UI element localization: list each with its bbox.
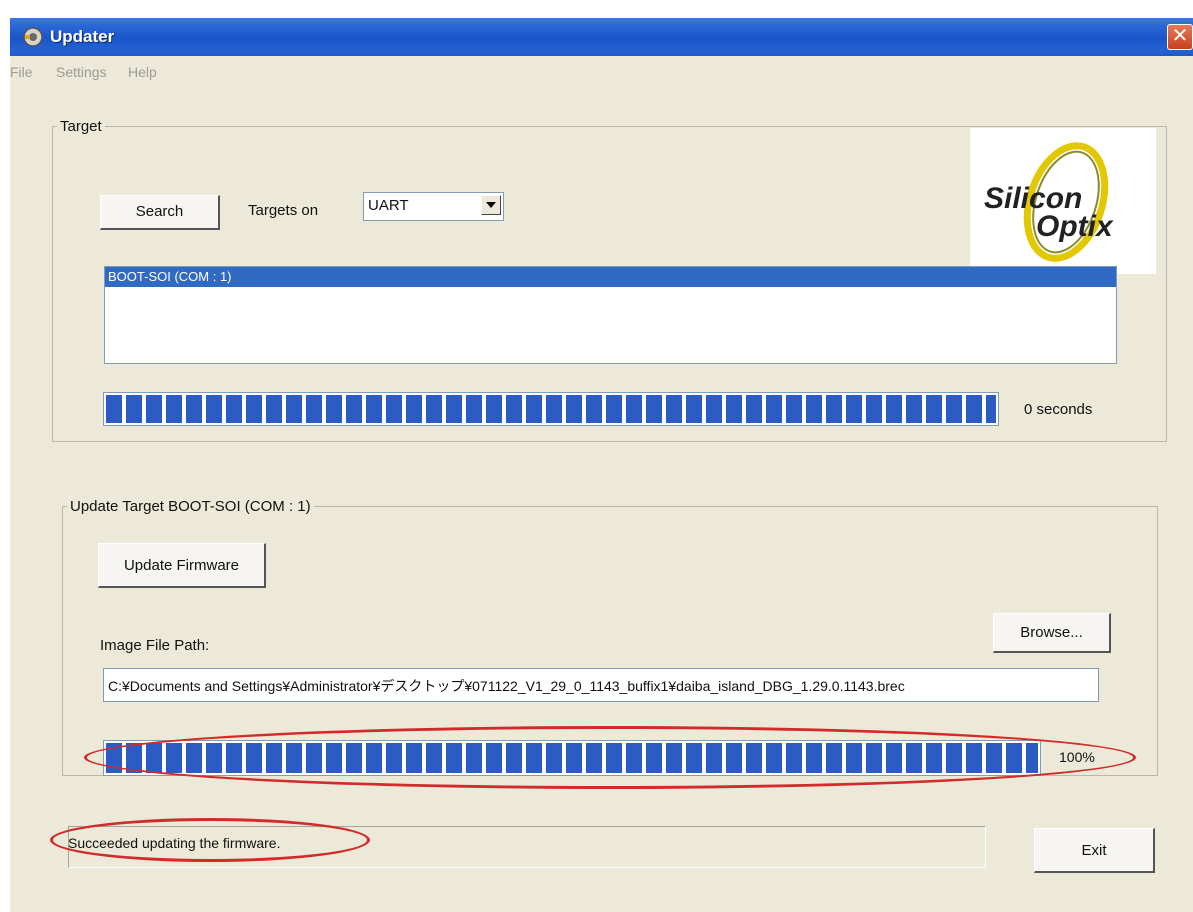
highlight-status-ellipse — [50, 818, 370, 862]
window-title: Updater — [50, 27, 115, 46]
update-firmware-button[interactable]: Update Firmware — [98, 543, 266, 588]
title-bar[interactable]: Updater ✕ — [10, 18, 1193, 56]
updater-window: Updater ✕ File Settings Help Target Sear… — [10, 18, 1193, 912]
updater-app-icon — [23, 27, 43, 47]
silicon-optix-logo: Silicon Optix — [970, 128, 1156, 274]
highlight-progress-ellipse — [84, 726, 1136, 789]
chevron-down-icon[interactable] — [481, 195, 501, 215]
menu-file[interactable]: File — [10, 64, 33, 80]
targets-on-label: Targets on — [248, 202, 319, 219]
menu-settings[interactable]: Settings — [56, 64, 107, 80]
browse-button[interactable]: Browse... — [993, 613, 1111, 653]
menu-help[interactable]: Help — [128, 64, 157, 80]
search-button[interactable]: Search — [100, 195, 220, 230]
target-group-legend: Target — [60, 118, 102, 135]
image-file-path-label: Image File Path: — [100, 637, 210, 654]
logo-graphic: Silicon Optix — [984, 142, 1114, 262]
targets-on-value: UART — [368, 197, 409, 214]
svg-text:Optix: Optix — [1036, 210, 1114, 243]
targets-list[interactable]: BOOT-SOI (COM : 1) — [104, 266, 1117, 364]
close-button[interactable]: ✕ — [1167, 24, 1193, 50]
exit-button[interactable]: Exit — [1034, 828, 1155, 873]
image-file-path-input[interactable]: C:¥Documents and Settings¥Administrator¥… — [103, 668, 1099, 702]
update-group-legend: Update Target BOOT-SOI (COM : 1) — [70, 498, 311, 515]
seconds-label: 0 seconds — [1024, 401, 1093, 418]
search-progress-bar — [103, 392, 999, 426]
search-progress-fill — [106, 395, 996, 423]
targets-on-select[interactable]: UART — [363, 192, 504, 221]
list-item[interactable]: BOOT-SOI (COM : 1) — [105, 267, 1116, 287]
